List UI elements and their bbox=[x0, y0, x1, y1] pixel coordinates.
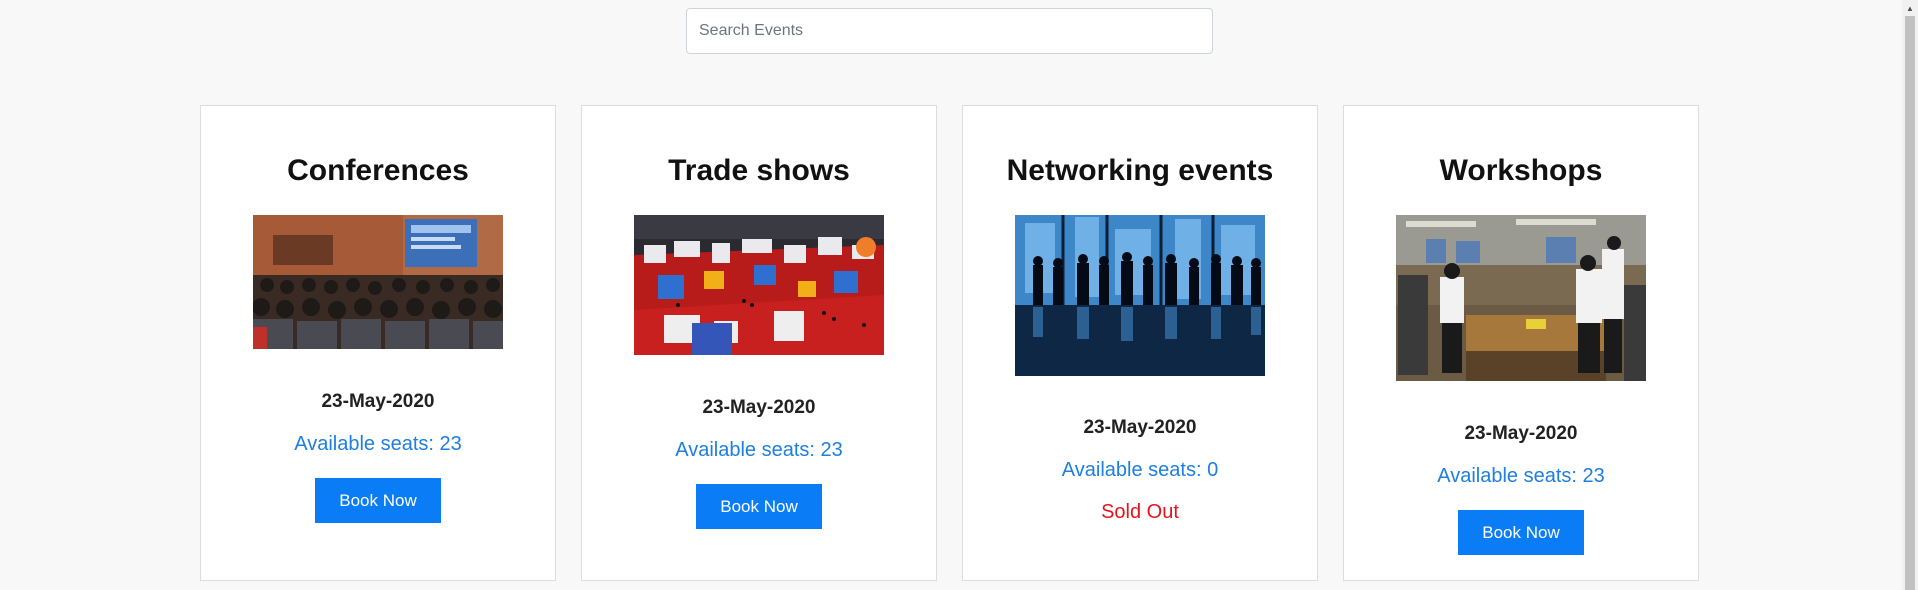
event-date: 23-May-2020 bbox=[321, 391, 435, 412]
book-now-button[interactable]: Book Now bbox=[1458, 510, 1584, 555]
networking-photo bbox=[1015, 215, 1265, 376]
vertical-scrollbar[interactable]: ▲ bbox=[1902, 0, 1918, 590]
event-card-workshops: Workshops 23-May-2020 Available seats: 2… bbox=[1343, 105, 1699, 581]
search-input[interactable] bbox=[686, 8, 1213, 54]
book-now-button[interactable]: Book Now bbox=[696, 484, 822, 529]
event-card-networking-events: Networking events 23-May-2020 Available … bbox=[962, 105, 1318, 581]
event-date: 23-May-2020 bbox=[1083, 417, 1197, 438]
available-seats: Available seats: 23 bbox=[1437, 465, 1605, 487]
scrollbar-thumb[interactable] bbox=[1905, 16, 1915, 590]
events-page: Conferences bbox=[0, 0, 1918, 590]
available-seats: Available seats: 0 bbox=[1061, 459, 1219, 481]
scroll-up-icon[interactable]: ▲ bbox=[1902, 0, 1918, 16]
event-card-trade-shows: Trade shows 23-May-2020 Available seats:… bbox=[581, 105, 937, 581]
event-title: Networking events bbox=[1006, 154, 1274, 187]
event-date: 23-May-2020 bbox=[702, 397, 816, 418]
search-bar bbox=[686, 8, 1213, 54]
event-cards: Conferences 23-May-2020 Available seats:… bbox=[200, 105, 1700, 585]
conference-photo bbox=[253, 215, 503, 349]
available-seats: Available seats: 23 bbox=[675, 439, 843, 461]
sold-out-label: Sold Out bbox=[1101, 501, 1179, 523]
event-title: Conferences bbox=[287, 154, 469, 187]
workshop-photo bbox=[1396, 215, 1646, 381]
available-seats: Available seats: 23 bbox=[294, 433, 462, 455]
event-card-conferences: Conferences 23-May-2020 Available seats:… bbox=[200, 105, 556, 581]
book-now-button[interactable]: Book Now bbox=[315, 478, 441, 523]
trade-show-photo bbox=[634, 215, 884, 355]
event-date: 23-May-2020 bbox=[1464, 423, 1578, 444]
event-title: Trade shows bbox=[668, 154, 850, 187]
event-title: Workshops bbox=[1439, 154, 1603, 187]
